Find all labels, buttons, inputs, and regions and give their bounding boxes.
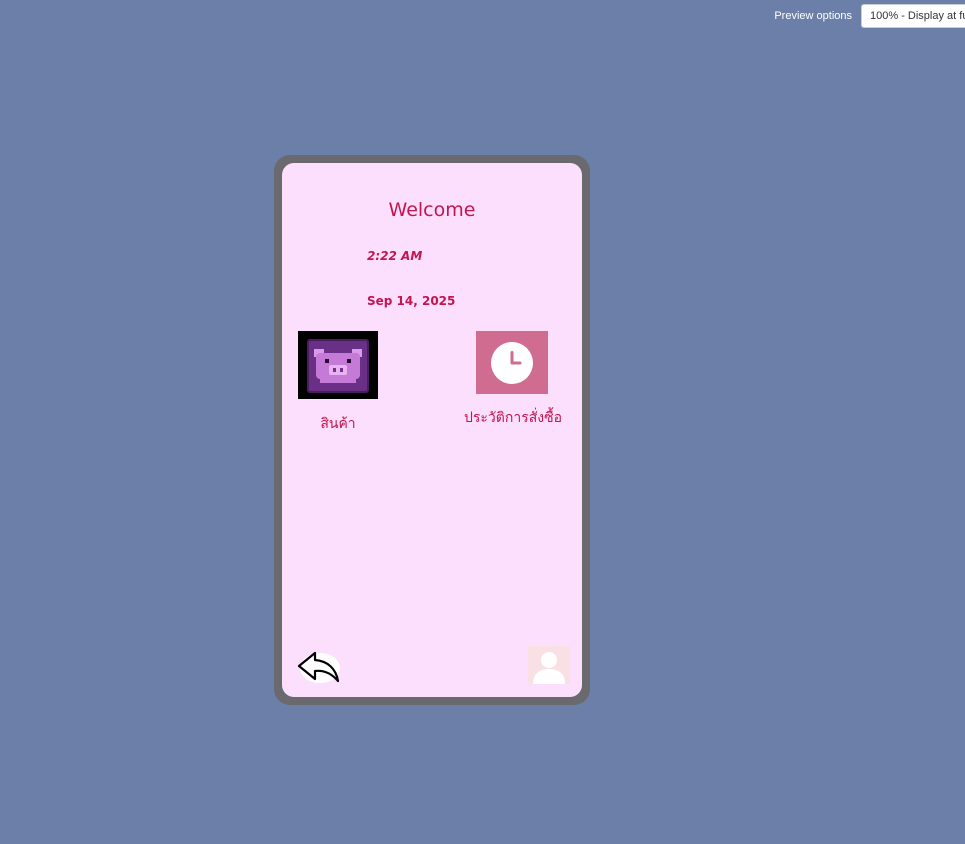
- profile-button[interactable]: [528, 646, 570, 684]
- page-title: Welcome: [388, 199, 476, 221]
- user-avatar-icon: [533, 652, 565, 684]
- pig-icon: [307, 339, 369, 393]
- preview-options-bar: Preview options 100% - Display at full: [774, 4, 965, 28]
- clock-icon: [491, 342, 533, 384]
- phone-frame: Welcome 2:22 AM Sep 14, 2025 สินค้า ประว…: [274, 155, 590, 705]
- reply-arrow-icon: [297, 651, 340, 683]
- order-history-button[interactable]: [476, 331, 548, 394]
- order-history-label: ประวัติการสั่งซื้อ: [463, 410, 563, 426]
- preview-options-label: Preview options: [774, 10, 852, 22]
- products-label: สินค้า: [320, 416, 356, 432]
- zoom-select[interactable]: 100% - Display at full: [861, 4, 965, 28]
- products-button[interactable]: [298, 331, 378, 399]
- back-button[interactable]: [297, 650, 341, 684]
- current-date: Sep 14, 2025: [367, 294, 456, 308]
- current-time: 2:22 AM: [367, 249, 423, 263]
- app-screen: Welcome 2:22 AM Sep 14, 2025 สินค้า ประว…: [282, 163, 582, 697]
